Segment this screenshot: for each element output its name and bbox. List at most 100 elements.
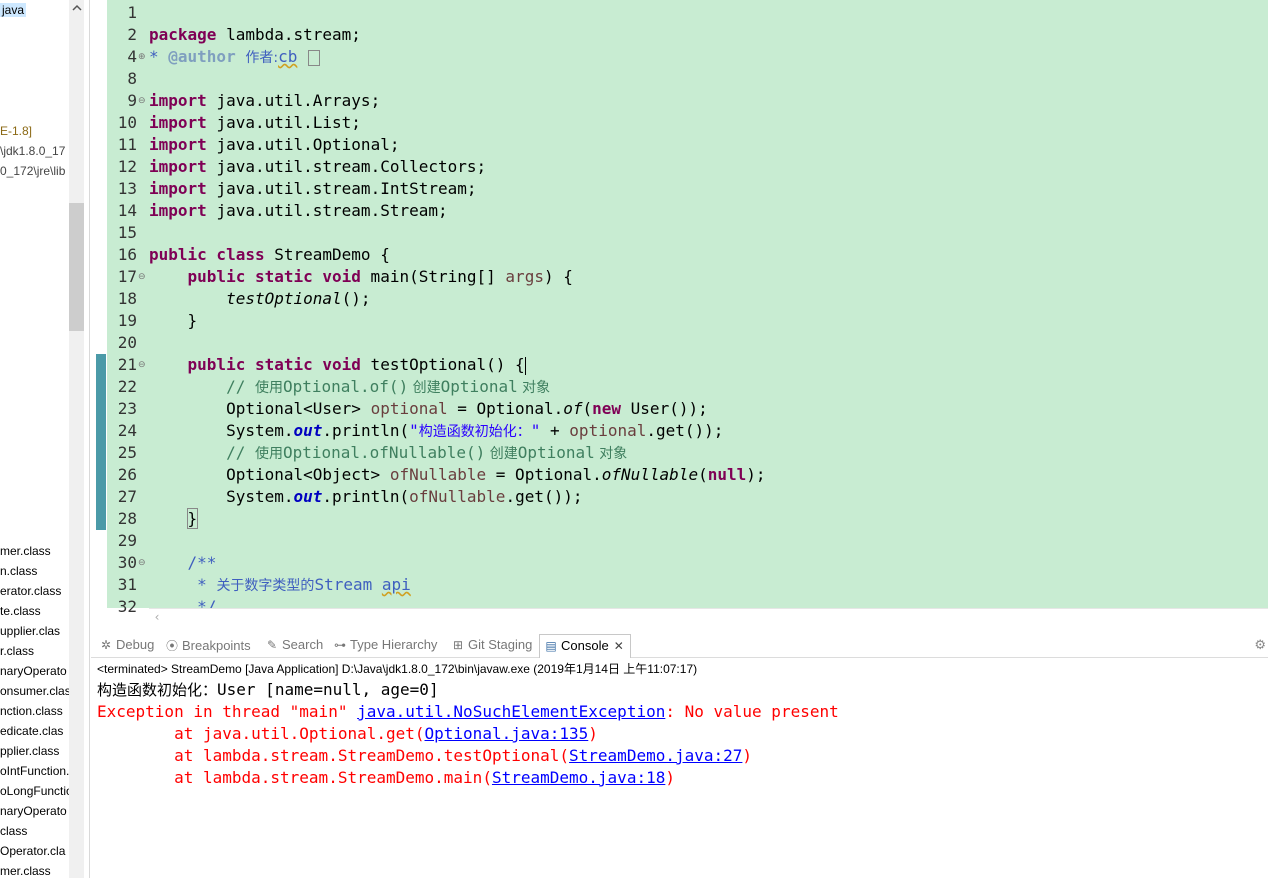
tab-type-hierarchy[interactable]: ⊶ Type Hierarchy — [333, 637, 437, 657]
code-line: import java.util.Arrays; — [149, 91, 381, 110]
change-ruler — [91, 0, 107, 610]
exception-link[interactable]: java.util.NoSuchElementException — [357, 702, 665, 721]
close-icon[interactable]: ✕ — [614, 639, 624, 653]
view-menu-icon[interactable]: ⚙ — [1254, 638, 1266, 653]
explorer-item-class[interactable]: mer.class — [0, 544, 51, 558]
explorer-item-class[interactable]: edicate.clas — [0, 724, 63, 738]
code-text-area[interactable]: package lambda.stream; * @author 作者:cb i… — [149, 0, 1268, 608]
line-number: 15 — [117, 223, 137, 242]
tab-breakpoints[interactable]: ⦿ Breakpoints — [165, 637, 251, 657]
code-line: */ — [187, 597, 217, 608]
line-number-gutter: 1 2 4 ⊕ 8 9 ⊖ 10 11 12 13 14 15 16 17 ⊖ … — [107, 0, 149, 616]
tab-search[interactable]: ✎ Search — [265, 637, 323, 657]
line-number: 30 — [117, 553, 137, 572]
line-number: 9 — [127, 91, 137, 110]
code-line: public class StreamDemo { — [149, 245, 390, 264]
code-line: import java.util.List; — [149, 113, 361, 132]
line-number: 2 — [127, 25, 137, 44]
collapse-fold-icon[interactable]: ⊖ — [138, 90, 148, 112]
line-number: 29 — [117, 531, 137, 550]
source-link[interactable]: StreamDemo.java:18 — [492, 768, 665, 787]
tab-console[interactable]: ▤ Console ✕ — [539, 634, 631, 658]
code-line: package lambda.stream; — [149, 25, 361, 44]
git-staging-icon: ⊞ — [452, 638, 464, 652]
explorer-item-class[interactable]: naryOperato — [0, 804, 67, 818]
explorer-scroll-thumb[interactable] — [69, 203, 84, 331]
code-line: Optional<User> optional = Optional.of(ne… — [226, 399, 708, 418]
console-view[interactable]: <terminated> StreamDemo [Java Applicatio… — [91, 658, 1268, 878]
explorer-item-class[interactable]: erator.class — [0, 584, 61, 598]
code-line: // 使用Optional.of() 创建Optional 对象 — [226, 377, 551, 396]
explorer-item-class[interactable]: r.class — [0, 644, 34, 658]
console-output-line: 构造函数初始化：User [name=null, age=0] — [97, 680, 439, 699]
tab-git-staging[interactable]: ⊞ Git Staging — [451, 637, 532, 657]
collapse-fold-icon[interactable]: ⊖ — [138, 552, 148, 574]
explorer-item-class[interactable]: oIntFunction. — [0, 764, 69, 778]
line-number: 21 — [117, 355, 137, 374]
explorer-item-class[interactable]: n.class — [0, 564, 37, 578]
line-number: 24 — [117, 421, 137, 440]
explorer-item-class[interactable]: pplier.class — [0, 744, 59, 758]
code-line: public static void testOptional() { — [187, 355, 526, 375]
line-number: 17 — [117, 267, 137, 286]
expand-fold-icon[interactable]: ⊕ — [138, 46, 148, 68]
line-number: 10 — [117, 113, 137, 132]
code-line: /** — [187, 553, 217, 572]
console-error-line: Exception in thread "main" java.util.NoS… — [97, 702, 839, 721]
tab-debug[interactable]: ✲ Debug — [99, 637, 154, 657]
line-number: 4 — [127, 47, 137, 66]
collapse-fold-icon[interactable]: ⊖ — [138, 266, 148, 288]
editor-horizontal-scrollbar[interactable]: ‹ — [149, 608, 1268, 626]
line-number: 22 — [117, 377, 137, 396]
search-icon: ✎ — [266, 638, 278, 652]
explorer-item-jre-lib[interactable]: 0_172\jre\lib — [0, 164, 65, 178]
code-line: testOptional(); — [226, 289, 371, 308]
chevron-up-icon[interactable] — [70, 2, 84, 18]
code-line: Optional<Object> ofNullable = Optional.o… — [226, 465, 766, 484]
stack-trace-line: at java.util.Optional.get(Optional.java:… — [97, 724, 598, 743]
collapse-fold-icon[interactable]: ⊖ — [138, 354, 148, 376]
explorer-item-java-file[interactable]: java — [0, 3, 27, 17]
line-number: 11 — [117, 135, 137, 154]
code-line: import java.util.stream.IntStream; — [149, 179, 477, 198]
bug-icon: ✲ — [100, 638, 112, 652]
code-line: } — [149, 508, 199, 530]
console-process-status: <terminated> StreamDemo [Java Applicatio… — [97, 662, 698, 676]
code-line: } — [187, 311, 198, 330]
folded-block-icon[interactable] — [308, 49, 321, 66]
code-line: * @author 作者:cb — [149, 46, 321, 68]
code-line: import java.util.Optional; — [149, 135, 400, 154]
code-line: * 关于数字类型的Stream api — [187, 575, 411, 594]
explorer-item-class[interactable]: mer.class — [0, 864, 51, 878]
stack-trace-line: at lambda.stream.StreamDemo.main(StreamD… — [97, 768, 675, 787]
explorer-item-class[interactable]: Operator.cla — [0, 844, 65, 858]
code-editor[interactable]: 1 2 4 ⊕ 8 9 ⊖ 10 11 12 13 14 15 16 17 ⊖ … — [91, 0, 1268, 626]
line-number: 8 — [127, 69, 137, 88]
line-number: 18 — [117, 289, 137, 308]
explorer-item-class[interactable]: nction.class — [0, 704, 63, 718]
code-line: import java.util.stream.Collectors; — [149, 157, 487, 176]
stack-trace-line: at lambda.stream.StreamDemo.testOptional… — [97, 746, 753, 765]
change-marker — [96, 354, 106, 530]
line-number: 13 — [117, 179, 137, 198]
source-link[interactable]: StreamDemo.java:27 — [569, 746, 742, 765]
explorer-item-class[interactable]: onsumer.clas — [0, 684, 71, 698]
explorer-item-jre[interactable]: E-1.8] — [0, 124, 32, 138]
scroll-left-icon[interactable]: ‹ — [149, 609, 165, 626]
explorer-item-class[interactable]: naryOperato — [0, 664, 67, 678]
source-link[interactable]: Optional.java:135 — [425, 724, 589, 743]
explorer-scrollbar[interactable] — [69, 0, 84, 878]
code-line: System.out.println("构造函数初始化：" + optional… — [226, 421, 724, 440]
explorer-item-class[interactable]: upplier.clas — [0, 624, 60, 638]
line-number: 19 — [117, 311, 137, 330]
explorer-item-class[interactable]: te.class — [0, 604, 41, 618]
line-number: 20 — [117, 333, 137, 352]
explorer-item-class[interactable]: class — [0, 824, 27, 838]
code-line: import java.util.stream.Stream; — [149, 201, 448, 220]
line-number: 16 — [117, 245, 137, 264]
breakpoints-icon: ⦿ — [165, 639, 178, 653]
explorer-item-jdk-path[interactable]: \jdk1.8.0_17 — [0, 144, 65, 158]
explorer-item-class[interactable]: oLongFunctio — [0, 784, 73, 798]
line-number: 1 — [127, 3, 137, 22]
line-number: 27 — [117, 487, 137, 506]
